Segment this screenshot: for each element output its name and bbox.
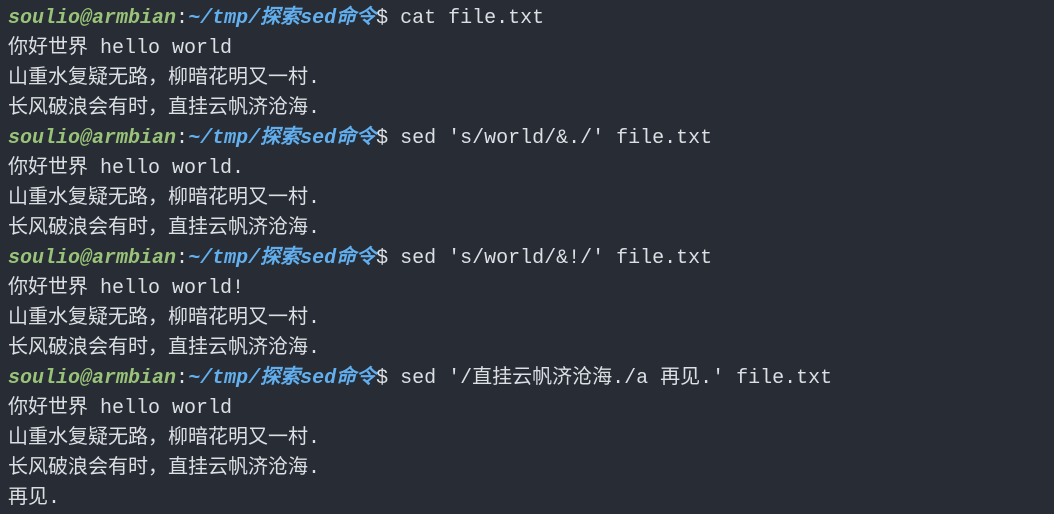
prompt-colon: : [176,367,188,390]
prompt-host: armbian [92,367,176,390]
prompt-user: soulio [8,7,80,30]
prompt-path: ~/tmp/探索sed命令 [188,7,376,30]
output-line: 山重水复疑无路，柳暗花明又一村. [8,304,1046,334]
output-line: 你好世界 hello world [8,394,1046,424]
terminal-output: soulio@armbian:~/tmp/探索sed命令$ cat file.t… [8,4,1046,514]
output-line: 长风破浪会有时，直挂云帆济沧海. [8,214,1046,244]
prompt-at: @ [80,7,92,30]
output-line: 长风破浪会有时，直挂云帆济沧海. [8,94,1046,124]
prompt-user: soulio [8,247,80,270]
prompt-host: armbian [92,7,176,30]
command-text: sed '/直挂云帆济沧海./a 再见.' file.txt [400,367,832,390]
prompt-at: @ [80,367,92,390]
prompt-host: armbian [92,247,176,270]
output-line: 你好世界 hello world! [8,274,1046,304]
prompt-line[interactable]: soulio@armbian:~/tmp/探索sed命令$ sed '/直挂云帆… [8,364,1046,394]
output-line: 山重水复疑无路，柳暗花明又一村. [8,64,1046,94]
prompt-colon: : [176,7,188,30]
prompt-dollar: $ [376,367,400,390]
output-line: 再见. [8,484,1046,514]
output-line: 长风破浪会有时，直挂云帆济沧海. [8,454,1046,484]
prompt-dollar: $ [376,247,400,270]
prompt-host: armbian [92,127,176,150]
output-line: 山重水复疑无路，柳暗花明又一村. [8,424,1046,454]
prompt-user: soulio [8,127,80,150]
prompt-colon: : [176,127,188,150]
prompt-user: soulio [8,367,80,390]
prompt-dollar: $ [376,127,400,150]
output-line: 你好世界 hello world. [8,154,1046,184]
command-text: sed 's/world/&./' file.txt [400,127,712,150]
output-line: 你好世界 hello world [8,34,1046,64]
prompt-path: ~/tmp/探索sed命令 [188,367,376,390]
prompt-at: @ [80,247,92,270]
prompt-path: ~/tmp/探索sed命令 [188,127,376,150]
prompt-colon: : [176,247,188,270]
prompt-path: ~/tmp/探索sed命令 [188,247,376,270]
command-text: cat file.txt [400,7,544,30]
output-line: 山重水复疑无路，柳暗花明又一村. [8,184,1046,214]
prompt-line[interactable]: soulio@armbian:~/tmp/探索sed命令$ sed 's/wor… [8,244,1046,274]
prompt-line[interactable]: soulio@armbian:~/tmp/探索sed命令$ cat file.t… [8,4,1046,34]
output-line: 长风破浪会有时，直挂云帆济沧海. [8,334,1046,364]
prompt-line[interactable]: soulio@armbian:~/tmp/探索sed命令$ sed 's/wor… [8,124,1046,154]
command-text: sed 's/world/&!/' file.txt [400,247,712,270]
prompt-dollar: $ [376,7,400,30]
prompt-at: @ [80,127,92,150]
